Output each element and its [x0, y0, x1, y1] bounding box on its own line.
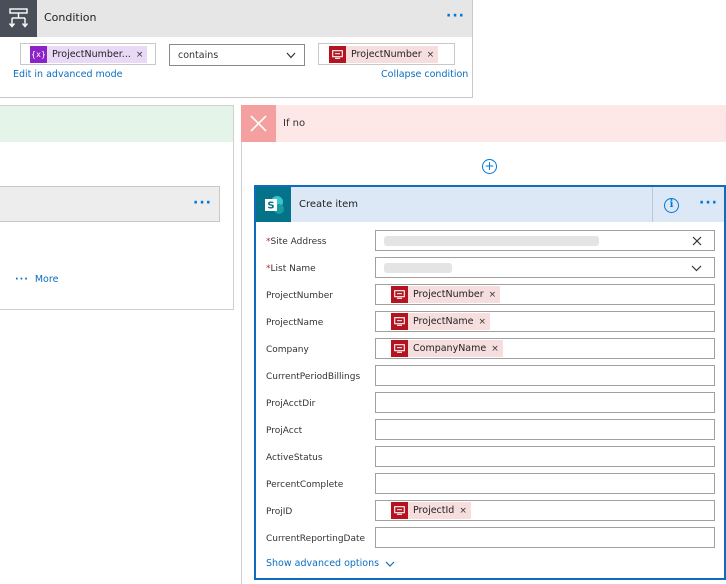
- sharepoint-icon: S: [256, 187, 291, 222]
- list-name-select[interactable]: [375, 257, 715, 278]
- if-no-title: If no: [283, 118, 306, 129]
- field-label-currentperiodbillings: CurrentPeriodBillings: [266, 372, 361, 382]
- token-label: ProjectNumber: [413, 289, 484, 300]
- field-label-activestatus: ActiveStatus: [266, 453, 323, 463]
- condition-card: Condition ··· {x} ProjectNumber... × con…: [0, 0, 473, 98]
- field-label-currentreportingdate: CurrentReportingDate: [266, 534, 366, 544]
- dynamic-content-icon: [391, 502, 408, 519]
- variable-icon: {x}: [30, 46, 47, 63]
- token-chip[interactable]: ProjectNumber ×: [329, 46, 439, 63]
- condition-operator-select[interactable]: contains: [169, 44, 305, 66]
- label-text: List Name: [270, 264, 316, 274]
- token-remove-icon[interactable]: ×: [491, 344, 503, 354]
- field-label-projid: ProjID: [266, 507, 293, 517]
- chevron-down-icon: [286, 52, 296, 59]
- add-action-button[interactable]: +: [482, 159, 497, 174]
- token-remove-icon[interactable]: ×: [136, 50, 148, 60]
- field-label-projectname: ProjectName: [266, 318, 324, 328]
- field-label-percentcomplete: PercentComplete: [266, 480, 344, 490]
- dynamic-content-icon: [391, 313, 408, 330]
- condition-left-operand[interactable]: {x} ProjectNumber... ×: [20, 43, 156, 65]
- more-label: More: [34, 274, 59, 285]
- projacctdir-input[interactable]: [375, 392, 715, 413]
- more-link[interactable]: ··· More: [15, 274, 58, 285]
- more-icon: ···: [15, 274, 29, 285]
- company-input[interactable]: CompanyName ×: [375, 338, 715, 359]
- advanced-options-label: Show advanced options: [266, 558, 380, 569]
- token-remove-icon[interactable]: ×: [427, 50, 439, 60]
- token-chip[interactable]: ProjectNumber ×: [391, 286, 501, 303]
- header-divider: [652, 187, 653, 222]
- token-remove-icon[interactable]: ×: [459, 506, 471, 516]
- condition-menu-button[interactable]: ···: [446, 8, 465, 24]
- dynamic-content-icon: [329, 46, 346, 63]
- condition-flow-icon: [0, 0, 37, 37]
- if-no-header[interactable]: [241, 105, 726, 142]
- token-label: ProjectNumber: [351, 49, 422, 60]
- site-address-value: [384, 236, 599, 246]
- field-label-company: Company: [266, 345, 309, 355]
- token-label: CompanyName: [413, 343, 487, 354]
- chevron-down-icon: [385, 561, 395, 567]
- show-advanced-options-link[interactable]: Show advanced options: [266, 558, 395, 569]
- create-item-header[interactable]: S Create item i ···: [256, 187, 724, 222]
- projacct-input[interactable]: [375, 419, 715, 440]
- info-icon[interactable]: i: [664, 198, 679, 213]
- condition-title: Condition: [44, 11, 97, 24]
- if-yes-action-card[interactable]: ···: [0, 186, 220, 222]
- collapse-condition-link[interactable]: Collapse condition: [381, 69, 468, 80]
- svg-text:S: S: [267, 200, 274, 211]
- token-chip[interactable]: CompanyName ×: [391, 340, 503, 357]
- clear-icon[interactable]: [692, 236, 702, 246]
- close-icon: [241, 105, 276, 142]
- create-item-menu-button[interactable]: ···: [699, 195, 718, 211]
- create-item-title: Create item: [299, 199, 358, 210]
- token-remove-icon[interactable]: ×: [479, 317, 491, 327]
- operator-value: contains: [178, 50, 219, 61]
- if-yes-header[interactable]: [0, 106, 233, 142]
- projectname-input[interactable]: ProjectName ×: [375, 311, 715, 332]
- projectnumber-input[interactable]: ProjectNumber ×: [375, 284, 715, 305]
- chevron-down-icon: [691, 265, 702, 272]
- field-label-list-name: *List Name: [266, 264, 316, 274]
- currentperiodbillings-input[interactable]: [375, 365, 715, 386]
- edit-advanced-mode-link[interactable]: Edit in advanced mode: [13, 69, 122, 80]
- projid-input[interactable]: ProjectId ×: [375, 500, 715, 521]
- list-name-value: [384, 263, 452, 273]
- activestatus-input[interactable]: [375, 446, 715, 467]
- token-chip[interactable]: {x} ProjectNumber... ×: [30, 46, 148, 63]
- field-label-site-address: *Site Address: [266, 237, 326, 247]
- token-label: ProjectId: [413, 505, 455, 516]
- condition-right-operand[interactable]: ProjectNumber ×: [318, 43, 455, 65]
- token-remove-icon[interactable]: ×: [489, 290, 501, 300]
- token-label: ProjectNumber...: [52, 49, 131, 60]
- create-item-card: S Create item i ··· *Site Address *List …: [254, 185, 726, 580]
- dynamic-content-icon: [391, 286, 408, 303]
- currentreportingdate-input[interactable]: [375, 527, 715, 548]
- field-label-projacctdir: ProjAcctDir: [266, 399, 316, 409]
- action-menu-button[interactable]: ···: [193, 195, 212, 211]
- field-label-projacct: ProjAcct: [266, 426, 303, 436]
- label-text: Site Address: [270, 237, 327, 247]
- token-label: ProjectName: [413, 316, 474, 327]
- dynamic-content-icon: [391, 340, 408, 357]
- percentcomplete-input[interactable]: [375, 473, 715, 494]
- field-label-projectnumber: ProjectNumber: [266, 291, 333, 301]
- condition-header[interactable]: Condition ···: [0, 0, 472, 37]
- token-chip[interactable]: ProjectName ×: [391, 313, 491, 330]
- site-address-input[interactable]: [375, 230, 715, 251]
- token-chip[interactable]: ProjectId ×: [391, 502, 471, 519]
